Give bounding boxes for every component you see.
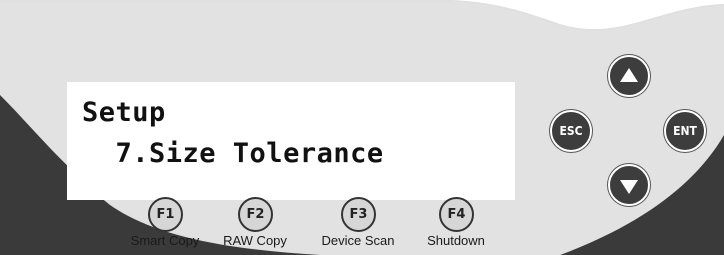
f3-device-scan-button[interactable]: F3 Device Scan <box>303 197 413 253</box>
arrow-down-icon <box>620 179 638 194</box>
esc-button[interactable]: ESC <box>550 110 592 152</box>
ent-button[interactable]: ENT <box>664 110 706 152</box>
f2-label: RAW Copy <box>223 233 287 248</box>
duplicator-control-panel: Setup 7.Size Tolerance F1 Smart Copy F2 … <box>0 0 724 255</box>
lcd-display: Setup 7.Size Tolerance <box>67 82 515 200</box>
f4-label: Shutdown <box>427 233 485 248</box>
f1-key[interactable]: F1 <box>148 197 183 232</box>
down-button[interactable] <box>608 164 650 206</box>
arrow-up-icon <box>620 67 638 82</box>
f3-key[interactable]: F3 <box>341 197 376 232</box>
f4-key[interactable]: F4 <box>439 197 474 232</box>
f3-label: Device Scan <box>321 233 395 248</box>
up-button[interactable] <box>608 55 650 97</box>
f4-shutdown-button[interactable]: F4 Shutdown <box>401 197 511 253</box>
f2-key[interactable]: F2 <box>238 197 273 232</box>
lcd-line-2: 7.Size Tolerance <box>82 138 384 169</box>
f2-raw-copy-button[interactable]: F2 RAW Copy <box>200 197 310 253</box>
lcd-line-1: Setup <box>82 97 166 128</box>
